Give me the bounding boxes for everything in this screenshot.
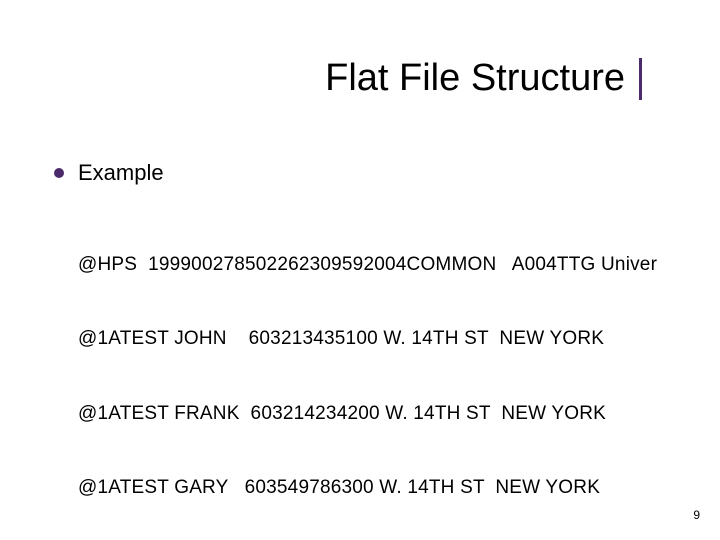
slide: Flat File Structure Example @HPS 1999002… xyxy=(0,0,720,540)
flat-file-line: @HPS 199900278502262309592004COMMON A004… xyxy=(78,253,660,278)
page-number: 9 xyxy=(693,508,700,522)
slide-title: Flat File Structure xyxy=(325,58,642,100)
slide-body: Example @HPS 199900278502262309592004COM… xyxy=(54,160,660,540)
bullet-icon xyxy=(54,168,64,178)
flat-file-block: @HPS 199900278502262309592004COMMON A004… xyxy=(78,204,660,540)
bullet-row: Example xyxy=(54,160,660,186)
flat-file-line: @1ATEST FRANK 603214234200 W. 14TH ST NE… xyxy=(78,402,660,427)
bullet-label: Example xyxy=(78,160,164,186)
flat-file-line: @1ATEST GARY 603549786300 W. 14TH ST NEW… xyxy=(78,476,660,501)
flat-file-line: @1ATEST JOHN 603213435100 W. 14TH ST NEW… xyxy=(78,327,660,352)
title-wrap: Flat File Structure xyxy=(0,58,642,100)
